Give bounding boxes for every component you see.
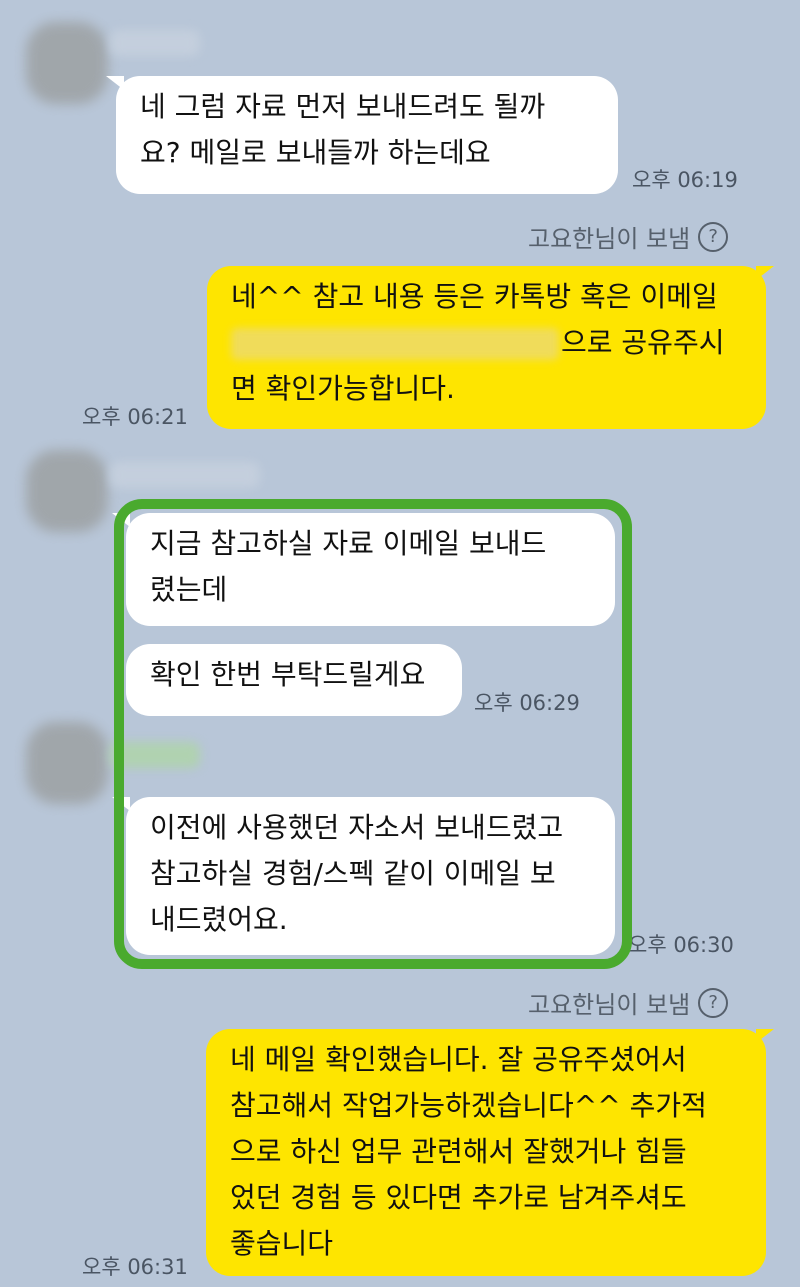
avatar[interactable] (26, 22, 108, 104)
sent-by-label: 고요한님이 보냄 ? (528, 219, 729, 254)
message-text: 요? 메일로 보내들까 하는데요 (140, 136, 491, 169)
message-time: 오후 06:21 (82, 405, 188, 429)
sent-by-label: 고요한님이 보냄 ? (528, 985, 729, 1020)
message-bubble-outgoing[interactable]: 네^^ 참고 내용 등은 카톡방 혹은 이메일 으로 공유주시 면 확인가능합니… (207, 266, 766, 429)
message-time: 오후 06:30 (628, 933, 734, 957)
sent-by-text: 고요한님이 보냄 (528, 991, 691, 1019)
message-text: 으로 하신 업무 관련해서 잘했거나 힘들 (230, 1135, 687, 1168)
redacted-email (231, 328, 559, 360)
sender-name-blurred (110, 30, 200, 56)
message-text: 네 그럼 자료 먼저 보내드려도 될까 (140, 90, 546, 123)
message-bubble-incoming[interactable]: 네 그럼 자료 먼저 보내드려도 될까 요? 메일로 보내들까 하는데요 (116, 76, 618, 194)
help-icon[interactable]: ? (698, 987, 729, 1018)
message-text: 좋습니다 (230, 1227, 334, 1260)
message-text: 었던 경험 등 있다면 추가로 남겨주셔도 (230, 1181, 687, 1214)
message-text: 으로 공유주시 (561, 326, 725, 359)
message-bubble-outgoing[interactable]: 네 메일 확인했습니다. 잘 공유주셨어서 참고해서 작업가능하겠습니다^^ 추… (206, 1029, 766, 1276)
message-text: 참고해서 작업가능하겠습니다^^ 추가적 (230, 1089, 707, 1122)
message-text: 네^^ 참고 내용 등은 카톡방 혹은 이메일 (231, 280, 718, 313)
message-time: 오후 06:19 (632, 168, 738, 192)
sender-name-blurred (110, 462, 260, 488)
message-text: 면 확인가능합니다. (231, 372, 455, 405)
message-time: 오후 06:31 (82, 1255, 188, 1279)
help-icon[interactable]: ? (698, 221, 729, 252)
avatar[interactable] (26, 722, 108, 804)
message-text: 네 메일 확인했습니다. 잘 공유주셨어서 (230, 1043, 687, 1076)
highlight-box (114, 499, 632, 969)
avatar[interactable] (26, 450, 108, 532)
sent-by-text: 고요한님이 보냄 (528, 225, 691, 253)
